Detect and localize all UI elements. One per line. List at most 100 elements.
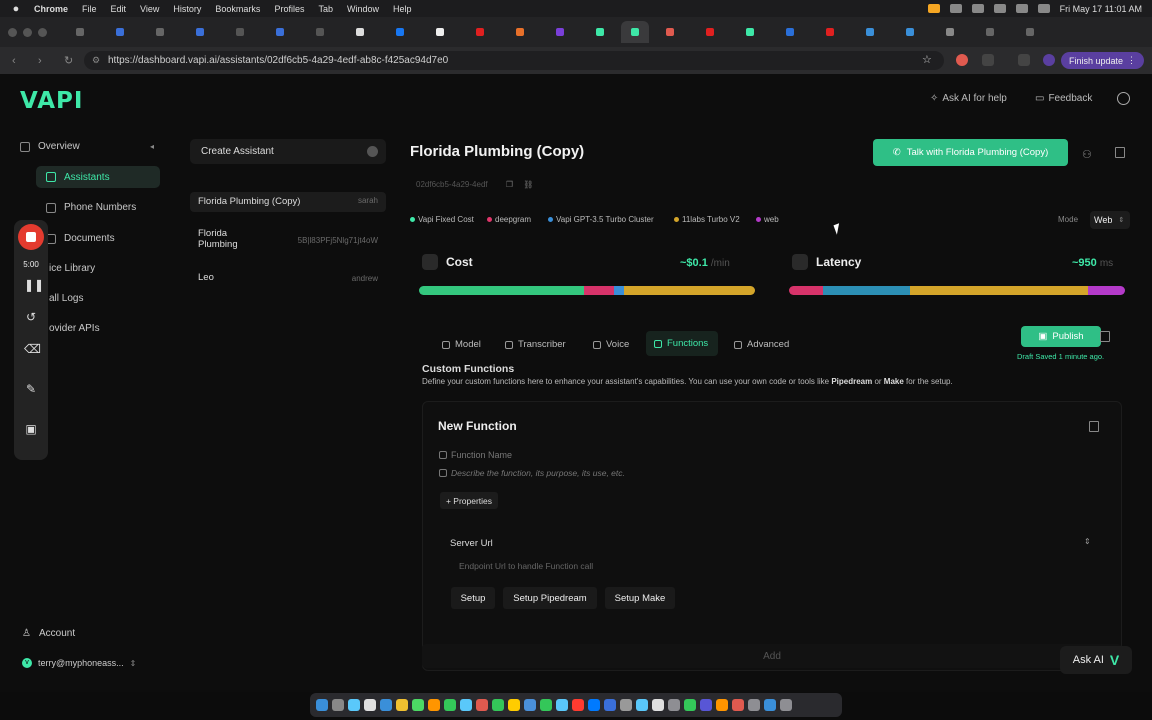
dock-app-icon[interactable]: [604, 699, 616, 711]
dock-app-icon[interactable]: [348, 699, 360, 711]
menu-file[interactable]: File: [82, 4, 97, 14]
gear-icon[interactable]: [949, 4, 962, 13]
browser-tab[interactable]: [851, 21, 889, 43]
bluetooth-icon[interactable]: [971, 4, 984, 13]
add-properties-button[interactable]: + Properties: [440, 492, 498, 509]
dock-app-icon[interactable]: [668, 699, 680, 711]
dock-app-icon[interactable]: [460, 699, 472, 711]
minimize-window-icon[interactable]: [23, 27, 32, 37]
dock-app-icon[interactable]: [364, 699, 376, 711]
dock-app-icon[interactable]: [652, 699, 664, 711]
dock-app-icon[interactable]: [588, 699, 600, 711]
sidebar-account[interactable]: ♙ Account: [22, 628, 75, 639]
copy-icon[interactable]: ❐: [506, 180, 513, 189]
make-link[interactable]: Make: [884, 377, 904, 386]
extension-icon[interactable]: [956, 54, 968, 66]
ask-ai-help-link[interactable]: ✧ Ask AI for help: [930, 93, 1007, 104]
menu-tab[interactable]: Tab: [318, 4, 333, 14]
tab-advanced[interactable]: Advanced: [734, 339, 789, 350]
menu-help[interactable]: Help: [393, 4, 412, 14]
create-assistant-button[interactable]: Create Assistant: [190, 139, 386, 164]
dock-app-icon[interactable]: [444, 699, 456, 711]
browser-tab[interactable]: [101, 21, 139, 43]
sidebar-item-call-logs[interactable]: all Logs: [49, 293, 83, 304]
apple-menu-icon[interactable]: ●: [10, 3, 22, 15]
dock-app-icon[interactable]: [428, 699, 440, 711]
menu-window[interactable]: Window: [347, 4, 379, 14]
camera-icon[interactable]: ▣: [24, 422, 38, 436]
delete-function-icon[interactable]: [1089, 421, 1099, 432]
back-icon[interactable]: ‹: [12, 55, 26, 67]
dock-app-icon[interactable]: [764, 699, 776, 711]
bookmark-star-icon[interactable]: ☆: [922, 54, 934, 66]
reload-icon[interactable]: ↻: [64, 54, 78, 67]
sidebar-item-phone-numbers[interactable]: Phone Numbers: [46, 202, 136, 213]
dock-app-icon[interactable]: [492, 699, 504, 711]
browser-tab[interactable]: [461, 21, 499, 43]
setup-make-button[interactable]: Setup Make: [605, 587, 675, 609]
menu-bookmarks[interactable]: Bookmarks: [215, 4, 260, 14]
dock-app-icon[interactable]: [636, 699, 648, 711]
browser-tab[interactable]: [931, 21, 969, 43]
trash-icon[interactable]: ⌫: [24, 342, 41, 356]
user-menu[interactable]: v terry@myphoneass... ⇕: [22, 658, 136, 668]
mode-select[interactable]: Web ⇕: [1090, 211, 1130, 229]
function-name-input[interactable]: Function Name: [439, 450, 512, 460]
browser-tab[interactable]: [61, 21, 99, 43]
browser-tab[interactable]: [381, 21, 419, 43]
share-icon[interactable]: ⚇: [1082, 148, 1092, 161]
dock-app-icon[interactable]: [316, 699, 328, 711]
vapi-logo[interactable]: VAPI: [20, 88, 83, 114]
sidebar-item-assistants[interactable]: Assistants: [36, 166, 160, 188]
dock-app-icon[interactable]: [508, 699, 520, 711]
dock-app-icon[interactable]: [684, 699, 696, 711]
browser-tab[interactable]: [221, 21, 259, 43]
menu-edit[interactable]: Edit: [111, 4, 127, 14]
pause-icon[interactable]: ❚❚: [24, 278, 44, 292]
function-description-input[interactable]: Describe the function, its purpose, its …: [439, 468, 625, 478]
assistant-list-item[interactable]: Florida Plumbing (Copy) sarah: [190, 192, 386, 212]
tab-transcriber[interactable]: Transcriber: [505, 339, 566, 350]
browser-tab[interactable]: [501, 21, 539, 43]
globe-icon[interactable]: [1117, 92, 1130, 105]
finish-update-button[interactable]: Finish update ⋮: [1060, 52, 1144, 69]
ask-ai-button[interactable]: Ask AI V: [1060, 646, 1132, 674]
browser-tab[interactable]: [141, 21, 179, 43]
dock-app-icon[interactable]: [732, 699, 744, 711]
discard-icon[interactable]: [1100, 331, 1110, 342]
pipedream-link[interactable]: Pipedream: [831, 377, 872, 386]
browser-tab[interactable]: [261, 21, 299, 43]
menu-profiles[interactable]: Profiles: [274, 4, 304, 14]
menu-app[interactable]: Chrome: [34, 4, 68, 14]
extensions-icon[interactable]: [982, 54, 994, 66]
dock-app-icon[interactable]: [748, 699, 760, 711]
dock-app-icon[interactable]: [412, 699, 424, 711]
dock-app-icon[interactable]: [332, 699, 344, 711]
setup-button[interactable]: Setup: [451, 587, 495, 609]
browser-tab[interactable]: [341, 21, 379, 43]
sidebar-item-documents[interactable]: Documents: [46, 233, 115, 244]
browser-tab[interactable]: [1011, 21, 1049, 43]
feedback-link[interactable]: ▭ Feedback: [1035, 93, 1092, 104]
sidebar-item-voice-library[interactable]: ice Library: [49, 263, 95, 274]
publish-button[interactable]: ▣ Publish: [1021, 326, 1101, 347]
link-icon[interactable]: ⛓: [523, 180, 533, 189]
browser-tab[interactable]: [811, 21, 849, 43]
clock[interactable]: Fri May 17 11:01 AM: [1060, 4, 1142, 14]
chevron-updown-icon[interactable]: ⇕: [1084, 537, 1091, 546]
tab-functions[interactable]: Functions: [646, 331, 718, 356]
dock-app-icon[interactable]: [620, 699, 632, 711]
close-window-icon[interactable]: [8, 27, 17, 37]
assistant-list-item[interactable]: Leo andrew: [190, 272, 386, 288]
menu-view[interactable]: View: [140, 4, 159, 14]
wifi-icon[interactable]: [1015, 4, 1028, 13]
battery-icon[interactable]: [993, 4, 1006, 13]
zoom-window-icon[interactable]: [38, 27, 47, 37]
microphone-icon[interactable]: [927, 4, 940, 13]
forward-icon[interactable]: ›: [38, 55, 52, 67]
restart-icon[interactable]: ↺: [24, 310, 38, 324]
dock-app-icon[interactable]: [396, 699, 408, 711]
browser-tab[interactable]: [301, 21, 339, 43]
stop-recording-button[interactable]: [18, 224, 44, 250]
dock-app-icon[interactable]: [540, 699, 552, 711]
